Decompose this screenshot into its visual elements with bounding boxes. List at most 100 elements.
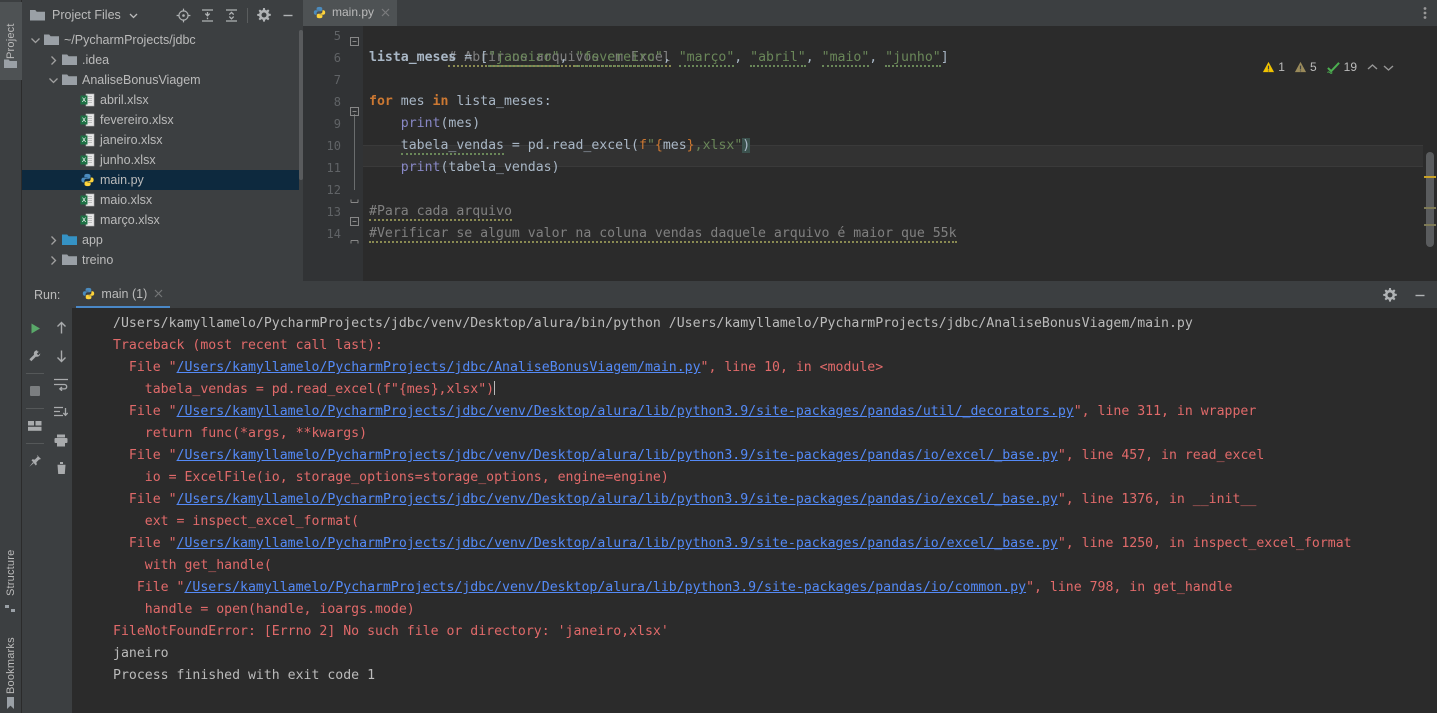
fold-comment-icon-13[interactable] [350,217,359,226]
editor-scrollbar-thumb[interactable] [1426,152,1434,247]
stop-button[interactable] [22,377,48,405]
tree-item-label: main.py [100,173,144,187]
fold-comment-icon-14[interactable] [350,239,359,248]
clear-all-button[interactable] [48,454,74,482]
hide-panel-icon[interactable] [277,4,299,26]
tool-tab-bookmarks-label: Bookmarks [5,637,17,695]
run-tab-main[interactable]: main (1) [76,281,171,308]
code-line-8: for mes in lista_meses: [369,94,552,109]
tree-item-junho-xlsx[interactable]: Xjunho.xlsx [22,150,299,170]
editor-options-menu-icon[interactable] [1413,0,1437,26]
editor-gutter[interactable]: 5 6 7 8 9 10 11 12 13 14 [303,26,363,281]
rerun-button[interactable] [22,314,48,342]
run-label: Run: [34,287,61,302]
weak-warning-icon [1294,61,1307,72]
fold-end-icon[interactable] [350,195,359,204]
settings-gear-icon[interactable] [253,4,275,26]
collapse-all-icon[interactable] [220,4,242,26]
project-file-tree[interactable]: ~/PycharmProjects/jdbc .idea AnaliseBonusV… [22,30,299,281]
previous-problem-icon[interactable] [1366,61,1379,74]
tree-item-pycharmprojects-jdbc[interactable]: ~/PycharmProjects/jdbc [22,30,299,50]
console-line: FileNotFoundError: [Errno 2] No such fil… [73,621,1437,643]
tree-item-label: ~/PycharmProjects/jdbc [64,33,196,47]
select-opened-file-icon[interactable] [172,4,194,26]
tree-item-app[interactable]: app [22,230,299,250]
tree-toggle-down-icon[interactable] [30,35,41,46]
tree-item-treino[interactable]: treino [22,250,299,270]
print-button[interactable] [48,426,74,454]
tree-item-abril-xlsx[interactable]: Xabril.xlsx [22,90,299,110]
fold-guide-line [354,114,355,190]
close-icon[interactable] [153,288,164,299]
next-problem-icon[interactable] [1382,61,1395,74]
typo-count: 19 [1343,60,1357,74]
console-file-link[interactable]: /Users/kamyllamelo/PycharmProjects/jdbc/… [177,404,1074,419]
tree-item-maio-xlsx[interactable]: Xmaio.xlsx [22,190,299,210]
svg-text:X: X [82,156,87,164]
console-file-link[interactable]: /Users/kamyllamelo/PycharmProjects/jdbc/… [184,580,1026,595]
inspection-widget[interactable]: 1 5 19 [1262,60,1395,74]
excel-file-icon: X [80,93,95,107]
code-line-14-text: #Verificar se algum valor na coluna vend… [369,226,957,243]
warning-icon [1263,61,1275,72]
soft-wrap-button[interactable] [48,370,74,398]
project-panel-title: Project Files [52,8,121,22]
python-file-icon [80,173,95,187]
chevron-down-icon[interactable] [129,11,138,20]
marker-weak-warning-2[interactable] [1424,224,1436,226]
weak-warning-count: 5 [1309,60,1317,74]
scroll-to-end-button[interactable] [48,398,74,426]
code-line-14: #Verificar se algum valor na coluna vend… [369,223,957,245]
typo-group[interactable]: 19 [1326,60,1357,74]
console-file-link[interactable]: /Users/kamyllamelo/PycharmProjects/jdbc/… [177,536,1058,551]
warning-group[interactable]: 1 [1262,60,1285,74]
structure-icon [5,604,16,613]
down-arrow-button[interactable] [48,342,74,370]
run-configuration-button[interactable] [22,342,48,370]
pycharm-window: Project Structure Bookmarks Project File… [0,0,1437,713]
line-number-12: 12 [326,183,341,197]
editor-tab-bar: main.py [303,0,1437,26]
folder-icon [62,53,77,67]
line-number-14: 14 [326,227,341,241]
tree-item-label: .idea [82,53,110,67]
tree-item-label: fevereiro.xlsx [100,113,174,127]
console-text: tabela_vendas = pd.read_excel(f"{mes},xl… [113,382,495,397]
expand-all-icon[interactable] [196,4,218,26]
console-layout-button[interactable] [22,412,48,440]
hide-panel-icon[interactable] [1409,284,1431,306]
editor-tab-label: main.py [332,5,375,19]
line-number-8: 8 [333,95,341,109]
tree-toggle-right-icon[interactable] [48,55,59,66]
tree-item-analisebonusviagem[interactable]: AnaliseBonusViagem [22,70,299,90]
tree-item-mar-o-xlsx[interactable]: Xmarço.xlsx [22,210,299,230]
console-line: handle = open(handle, ioargs.mode) [73,599,1437,621]
up-arrow-button[interactable] [48,314,74,342]
excel-file-icon: X [80,193,95,207]
code-editor[interactable]: 5 6 7 8 9 10 11 12 13 14 # Abrir os arquivos em E… [303,26,1437,281]
close-icon[interactable] [380,7,391,18]
tree-item-idea[interactable]: .idea [22,50,299,70]
folder-icon [62,73,77,87]
tree-toggle-right-icon[interactable] [48,235,59,246]
weak-warning-group[interactable]: 5 [1294,60,1317,74]
fold-collapse-icon[interactable] [350,107,359,116]
pin-tab-button[interactable] [22,447,48,475]
console-file-link[interactable]: /Users/kamyllamelo/PycharmProjects/jdbc/… [177,448,1058,463]
tree-toggle-right-icon[interactable] [48,255,59,266]
marker-weak-warning-1[interactable] [1424,207,1436,209]
settings-gear-icon[interactable] [1379,284,1401,306]
tree-item-janeiro-xlsx[interactable]: Xjaneiro.xlsx [22,130,299,150]
console-line: File "/Users/kamyllamelo/PycharmProjects… [113,448,1265,463]
editor-tab-main-py[interactable]: main.py [303,0,398,26]
tree-item-main-py[interactable]: main.py [22,170,299,190]
tree-item-fevereiro-xlsx[interactable]: Xfevereiro.xlsx [22,110,299,130]
console-file-link[interactable]: /Users/kamyllamelo/PycharmProjects/jdbc/… [177,360,701,375]
run-console-output[interactable]: /Users/kamyllamelo/PycharmProjects/jdbc/… [73,308,1437,713]
console-file-link[interactable]: /Users/kamyllamelo/PycharmProjects/jdbc/… [177,492,1058,507]
fold-collapse-icon-comment[interactable] [350,37,359,46]
marker-warning[interactable] [1424,176,1436,178]
tree-toggle-down-icon[interactable] [48,75,59,86]
console-line: ext = inspect_excel_format( [73,511,1437,533]
editor-marker-bar[interactable] [1423,52,1437,281]
